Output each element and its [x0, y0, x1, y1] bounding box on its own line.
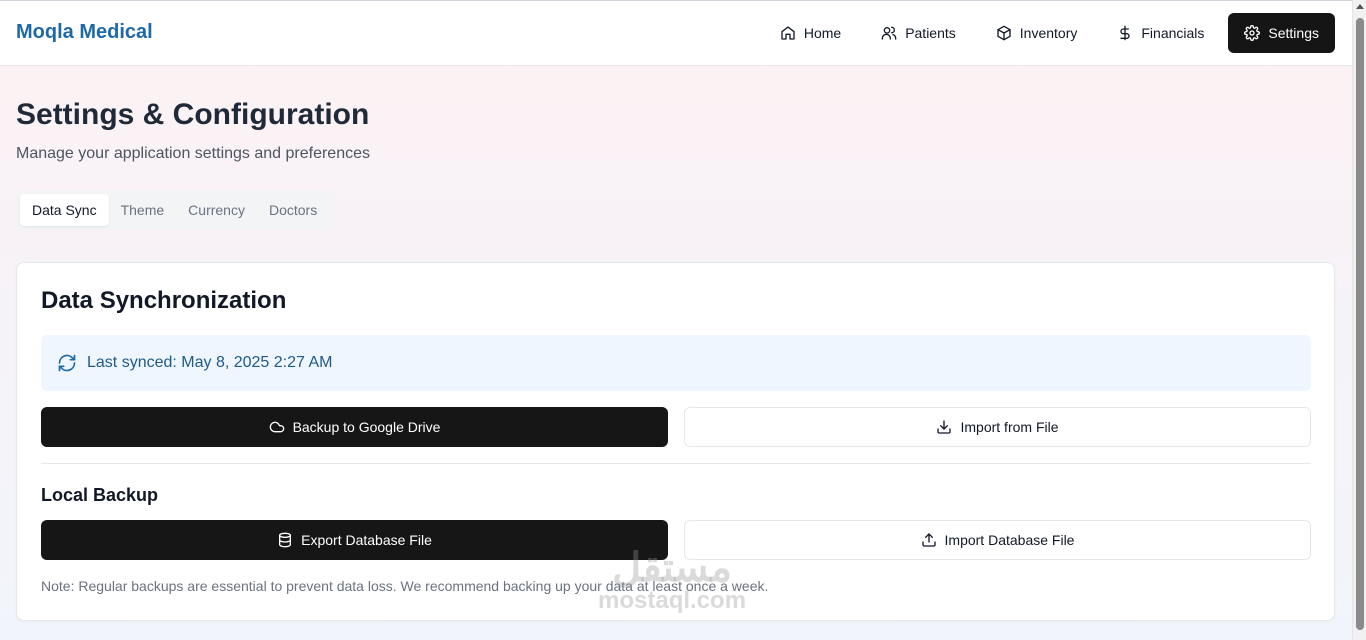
card-title: Data Synchronization: [41, 287, 287, 314]
vertical-scrollbar[interactable]: [1352, 0, 1366, 640]
watermark-latin: mostaql.com: [598, 587, 747, 614]
dollar-icon: [1120, 25, 1131, 41]
nav-inventory-label: Inventory: [1019, 25, 1078, 41]
page-title: Settings & Configuration: [16, 98, 370, 131]
nav-financials[interactable]: Financials: [1101, 13, 1220, 53]
refresh-icon: [58, 354, 76, 372]
package-icon: [997, 25, 1011, 41]
home-icon: [781, 26, 795, 40]
nav-patients[interactable]: Patients: [865, 13, 972, 53]
nav-settings-label: Settings: [1268, 25, 1319, 41]
page-subtitle: Manage your application settings and pre…: [16, 145, 370, 162]
tab-doctors[interactable]: Doctors: [257, 194, 329, 226]
nav-home[interactable]: Home: [764, 13, 857, 53]
tab-theme[interactable]: Theme: [109, 194, 177, 226]
users-icon: [881, 26, 897, 40]
backup-google-drive-button[interactable]: Backup to Google Drive: [41, 407, 668, 447]
download-icon: [937, 420, 952, 434]
last-synced-text: Last synced: May 8, 2025 2:27 AM: [87, 354, 333, 371]
nav-financials-label: Financials: [1141, 25, 1205, 41]
main-nav: Home Patients Inventory Financials Setti…: [756, 13, 1335, 53]
database-icon: [279, 532, 292, 548]
import-database-label: Import Database File: [944, 532, 1075, 548]
section-divider: [41, 463, 1311, 464]
cloud-icon: [269, 421, 284, 433]
import-from-file-label: Import from File: [960, 419, 1059, 435]
nav-home-label: Home: [803, 25, 842, 41]
tab-data-sync[interactable]: Data Sync: [20, 194, 109, 226]
tab-currency[interactable]: Currency: [176, 194, 257, 226]
scrollbar-thumb[interactable]: [1356, 18, 1364, 630]
export-database-button[interactable]: Export Database File: [41, 520, 668, 560]
brand-logo[interactable]: Moqla Medical: [16, 21, 153, 44]
nav-inventory[interactable]: Inventory: [980, 13, 1094, 53]
sync-status-box: Last synced: May 8, 2025 2:27 AM: [41, 335, 1311, 391]
export-database-label: Export Database File: [301, 532, 432, 548]
watermark: مستقل mostaql.com: [598, 548, 746, 614]
import-database-button[interactable]: Import Database File: [684, 520, 1311, 560]
backup-google-drive-label: Backup to Google Drive: [292, 419, 441, 435]
nav-settings[interactable]: Settings: [1228, 13, 1335, 53]
import-from-file-button[interactable]: Import from File: [684, 407, 1311, 447]
local-backup-title: Local Backup: [41, 485, 159, 505]
gear-icon: [1244, 25, 1261, 41]
watermark-arabic: مستقل: [612, 546, 732, 590]
scroll-up-arrow-icon[interactable]: [1356, 4, 1364, 9]
settings-tabs: Data Sync Theme Currency Doctors: [16, 190, 334, 230]
nav-patients-label: Patients: [905, 25, 956, 41]
top-navbar: Moqla Medical Home Patients Inventory Fi…: [0, 0, 1352, 66]
upload-icon: [921, 533, 936, 547]
